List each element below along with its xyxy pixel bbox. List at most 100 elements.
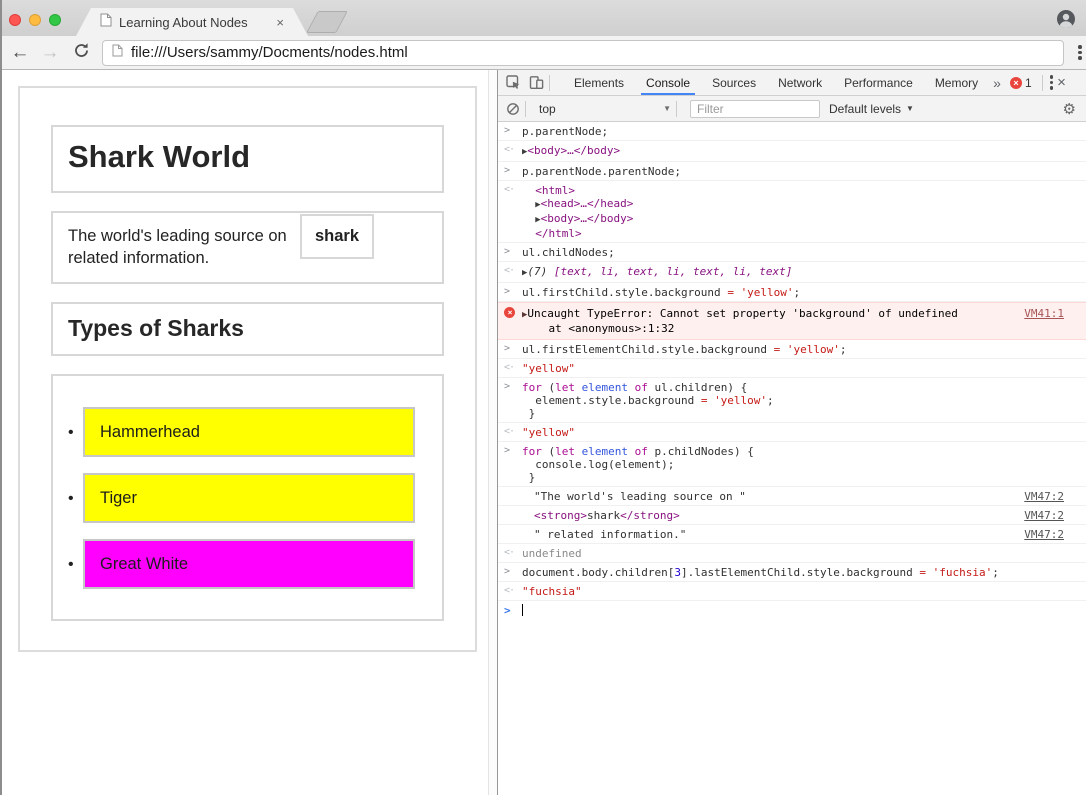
page-body-outline: Shark World The world's leading source o… (18, 86, 477, 652)
execution-context-select[interactable]: top ▼ (539, 102, 671, 116)
page-scrollbar[interactable] (488, 70, 497, 795)
console-entry-input: >document.body.children[3].lastElementCh… (498, 563, 1086, 582)
tab-close-icon[interactable]: × (276, 16, 284, 29)
console-result-marker: <· (504, 585, 520, 596)
back-button[interactable]: ← (8, 41, 32, 65)
source-link[interactable]: VM47:2 (1024, 490, 1064, 503)
list-item: Great White (83, 539, 415, 589)
minimize-window-button[interactable] (29, 14, 41, 26)
more-tabs-icon[interactable]: » (989, 75, 1005, 91)
shark-list: HammerheadTigerGreat White (83, 407, 442, 589)
browser-menu-icon[interactable] (1078, 43, 1082, 62)
console-entry-input: >for (let element of ul.children) { elem… (498, 378, 1086, 423)
console-result-marker: <· (504, 265, 520, 276)
devtools-tabbar: ElementsConsoleSourcesNetworkPerformance… (498, 70, 1086, 96)
page-heading: Shark World (68, 135, 442, 178)
page-subheading-box: Types of Sharks (51, 302, 444, 356)
intro-paragraph-box: The world's leading source on related in… (51, 211, 444, 284)
zoom-window-button[interactable] (49, 14, 61, 26)
divider (549, 75, 550, 91)
tab-elements[interactable]: Elements (563, 70, 635, 95)
error-count-badge[interactable]: × 1 (1010, 76, 1032, 90)
console-entry-result: <·undefined (498, 544, 1086, 563)
device-toolbar-icon[interactable] (529, 75, 544, 90)
error-icon: × (504, 307, 520, 318)
divider (525, 101, 526, 117)
console-entry-input: >p.parentNode; (498, 122, 1086, 141)
console-toolbar: top ▼ Default levels ▼ ⚙ (498, 96, 1086, 122)
console-entry-input: >for (let element of p.childNodes) { con… (498, 442, 1086, 487)
source-link[interactable]: VM41:1 (1024, 307, 1064, 320)
tab-strip: Learning About Nodes × (0, 0, 1086, 36)
console-result-marker: <· (504, 547, 520, 558)
console-prompt-marker: > (504, 604, 520, 617)
devtools-menu-icon[interactable] (1050, 73, 1054, 92)
console-entry-input: >ul.firstChild.style.background = 'yello… (498, 283, 1086, 302)
browser-tab[interactable]: Learning About Nodes × (76, 8, 308, 36)
strong-badge: shark (300, 214, 374, 259)
console-entry-result: <·▶<body>…</body> (498, 141, 1086, 162)
url-bar[interactable]: file:///Users/sammy/Docments/nodes.html (102, 40, 1064, 66)
console-input-marker: > (504, 286, 520, 297)
console-entry-log: "The world's leading source on "VM47:2 (498, 487, 1086, 506)
console-result-marker: <· (504, 184, 520, 195)
chevron-down-icon: ▼ (906, 104, 914, 113)
inspect-element-icon[interactable] (506, 75, 521, 90)
settings-gear-icon[interactable]: ⚙ (1063, 100, 1076, 118)
console-entry-prompt[interactable]: > (498, 601, 1086, 619)
console-entry-result: <·"fuchsia" (498, 582, 1086, 601)
tab-sources[interactable]: Sources (701, 70, 767, 95)
devtools-tabs: ElementsConsoleSourcesNetworkPerformance… (563, 70, 989, 95)
console-entry-input: >p.parentNode.parentNode; (498, 162, 1086, 181)
console-entry-result: <·▶(7) [text, li, text, li, text, li, te… (498, 262, 1086, 283)
console-input-marker: > (504, 445, 520, 456)
shark-list-box: HammerheadTigerGreat White (51, 374, 444, 621)
console-entry-result: <· <html> ▶<head>…</head> ▶<body>…</body… (498, 181, 1086, 243)
window-edge (0, 0, 2, 795)
url-text: file:///Users/sammy/Docments/nodes.html (131, 44, 408, 61)
divider (676, 101, 677, 117)
console-log[interactable]: >p.parentNode;<·▶<body>…</body>>p.parent… (498, 122, 1086, 795)
console-entry-result: <·"yellow" (498, 359, 1086, 378)
source-link[interactable]: VM47:2 (1024, 528, 1064, 541)
console-input-marker: > (504, 343, 520, 354)
divider (1042, 75, 1043, 91)
page-file-icon (100, 13, 112, 32)
devtools-panel: ElementsConsoleSourcesNetworkPerformance… (497, 70, 1086, 795)
close-window-button[interactable] (9, 14, 21, 26)
devtools-close-icon[interactable]: × (1057, 74, 1066, 91)
source-link[interactable]: VM47:2 (1024, 509, 1064, 522)
log-levels-select[interactable]: Default levels ▼ (829, 102, 914, 116)
tab-console[interactable]: Console (635, 70, 701, 95)
new-tab-button[interactable] (306, 11, 348, 33)
console-result-marker: <· (504, 362, 520, 373)
console-entry-error: ×▶Uncaught TypeError: Cannot set propert… (498, 302, 1086, 340)
console-input-marker: > (504, 125, 520, 136)
console-result-marker: <· (504, 144, 520, 155)
list-item: Hammerhead (83, 407, 415, 457)
page-heading-box: Shark World (51, 125, 444, 193)
tab-network[interactable]: Network (767, 70, 833, 95)
profile-avatar-icon[interactable] (1056, 9, 1076, 34)
console-entry-input: >ul.firstElementChild.style.background =… (498, 340, 1086, 359)
page-subheading: Types of Sharks (68, 312, 442, 344)
tab-title: Learning About Nodes (119, 15, 248, 30)
forward-button[interactable]: → (38, 41, 62, 65)
error-icon: × (1010, 77, 1022, 89)
console-input-marker: > (504, 566, 520, 577)
console-entry-result: <·"yellow" (498, 423, 1086, 442)
traffic-lights (9, 14, 61, 26)
reload-button[interactable] (69, 42, 93, 66)
console-result-marker: <· (504, 426, 520, 437)
console-input-marker: > (504, 246, 520, 257)
clear-console-icon[interactable] (506, 102, 520, 116)
page-file-icon (112, 44, 123, 62)
text-cursor (522, 604, 523, 616)
filter-input[interactable] (690, 100, 820, 118)
intro-paragraph: The world's leading source on related in… (68, 225, 300, 269)
console-entry-log: " related information."VM47:2 (498, 525, 1086, 544)
tab-performance[interactable]: Performance (833, 70, 924, 95)
console-entry-log: <strong>shark</strong>VM47:2 (498, 506, 1086, 525)
console-input-marker: > (504, 165, 520, 176)
tab-memory[interactable]: Memory (924, 70, 989, 95)
